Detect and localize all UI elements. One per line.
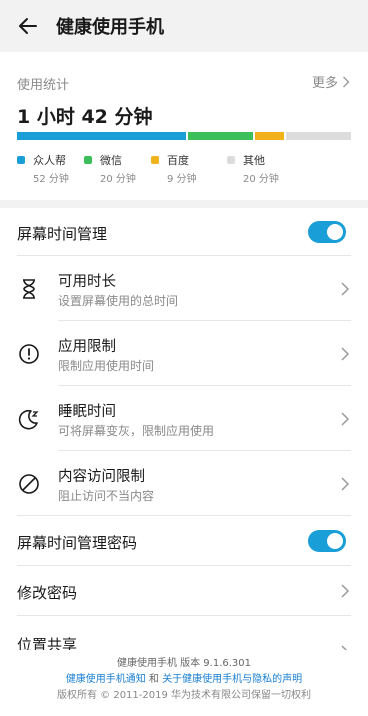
copyright-text: 版权所有 © 2011-2019 华为技术有限公司保留一切权利: [56, 690, 312, 701]
back-arrow-icon: [19, 18, 37, 34]
app-limits-title: 应用限制: [58, 339, 116, 355]
legend-app-name: 众人帮: [33, 154, 66, 167]
legend-color-dot: [151, 156, 159, 164]
usage-bar-segment: [254, 132, 285, 140]
total-usage-time: 1 小时 42 分钟: [17, 106, 153, 128]
usage-legend: 众人帮 52 分钟 微信 20 分钟 百度 9 分钟 其他 20 分钟: [17, 152, 351, 188]
legend-app-minutes: 20 分钟: [243, 174, 279, 185]
chevron-right-icon: [341, 347, 350, 361]
usage-bar-segment: [17, 132, 186, 140]
change-password-label: 修改密码: [17, 584, 78, 602]
legend-app-name: 微信: [100, 154, 122, 167]
change-password-row[interactable]: 修改密码: [0, 566, 368, 616]
sleep-time-subtitle: 可将屏幕变灰，限制应用使用: [58, 424, 215, 438]
usage-bar-segment: [187, 132, 253, 140]
usage-bar-segment: [286, 132, 351, 140]
app-limits-row[interactable]: 应用限制 限制应用使用时间: [0, 321, 368, 386]
chevron-right-icon: [341, 412, 350, 426]
legend-color-dot: [17, 156, 25, 164]
legend-color-dot: [227, 156, 235, 164]
toggle-knob: [327, 533, 343, 549]
available-time-title: 可用时长: [58, 274, 116, 290]
back-button[interactable]: [6, 0, 50, 52]
more-link[interactable]: 更多: [312, 72, 350, 91]
password-toggle[interactable]: [308, 530, 346, 552]
chevron-right-icon: [343, 76, 350, 87]
screen-time-row: 屏幕时间管理: [0, 208, 368, 256]
chevron-right-icon: [341, 584, 350, 598]
legend-app-minutes: 9 分钟: [167, 174, 197, 185]
notice-link[interactable]: 健康使用手机通知: [66, 674, 146, 685]
chevron-right-icon: [341, 282, 350, 296]
hourglass-icon: [23, 279, 35, 299]
location-share-row[interactable]: 位置共享: [0, 616, 368, 659]
content-restriction-row[interactable]: 内容访问限制 阻止访问不当内容: [0, 451, 368, 516]
alert-circle-icon: [19, 344, 39, 364]
content-restriction-subtitle: 阻止访问不当内容: [58, 489, 155, 503]
available-time-row[interactable]: 可用时长 设置屏幕使用的总时间: [0, 256, 368, 321]
screen-time-toggle[interactable]: [308, 221, 346, 243]
chevron-right-icon: [341, 477, 350, 491]
usage-stats-card[interactable]: 使用统计 更多 1 小时 42 分钟 众人帮 52 分钟 微信 20 分钟 百度 9 分钟…: [0, 52, 368, 200]
footer-links: 健康使用手机通知 和 关于健康使用手机与隐私的声明: [0, 670, 368, 685]
legend-color-dot: [84, 156, 92, 164]
legend-app-minutes: 52 分钟: [33, 174, 69, 185]
version-text: 健康使用手机 版本 9.1.6.301: [116, 658, 252, 669]
password-label: 屏幕时间管理密码: [17, 534, 138, 552]
and-text: 和: [149, 674, 159, 685]
sleep-time-title: 睡眠时间: [58, 404, 116, 420]
usage-bar: [17, 132, 351, 140]
more-label: 更多: [311, 76, 338, 91]
password-row: 屏幕时间管理密码: [0, 516, 368, 566]
footer: 健康使用手机 版本 9.1.6.301 健康使用手机通知 和 关于健康使用手机与…: [0, 650, 368, 716]
settings-list: 屏幕时间管理 可用时长 设置屏幕使用的总时间 应用限制 限制应用使用时间 睡眠时…: [0, 208, 368, 716]
legend-app-name: 百度: [167, 154, 189, 167]
app-limits-subtitle: 限制应用使用时间: [58, 359, 155, 373]
content-restriction-title: 内容访问限制: [58, 469, 145, 485]
app-header: 健康使用手机: [0, 0, 368, 52]
usage-stats-label: 使用统计: [17, 78, 70, 93]
sleep-time-row[interactable]: 睡眠时间 可将屏幕变灰，限制应用使用: [0, 386, 368, 451]
privacy-link[interactable]: 关于健康使用手机与隐私的声明: [162, 674, 302, 685]
legend-app-name: 其他: [243, 154, 265, 167]
block-icon: [19, 474, 39, 494]
available-time-subtitle: 设置屏幕使用的总时间: [58, 294, 179, 308]
legend-app-minutes: 20 分钟: [100, 174, 136, 185]
toggle-knob: [327, 224, 343, 240]
moon-sleep-icon: [18, 409, 39, 430]
screen-time-label: 屏幕时间管理: [17, 225, 108, 243]
page-title: 健康使用手机: [56, 17, 164, 38]
